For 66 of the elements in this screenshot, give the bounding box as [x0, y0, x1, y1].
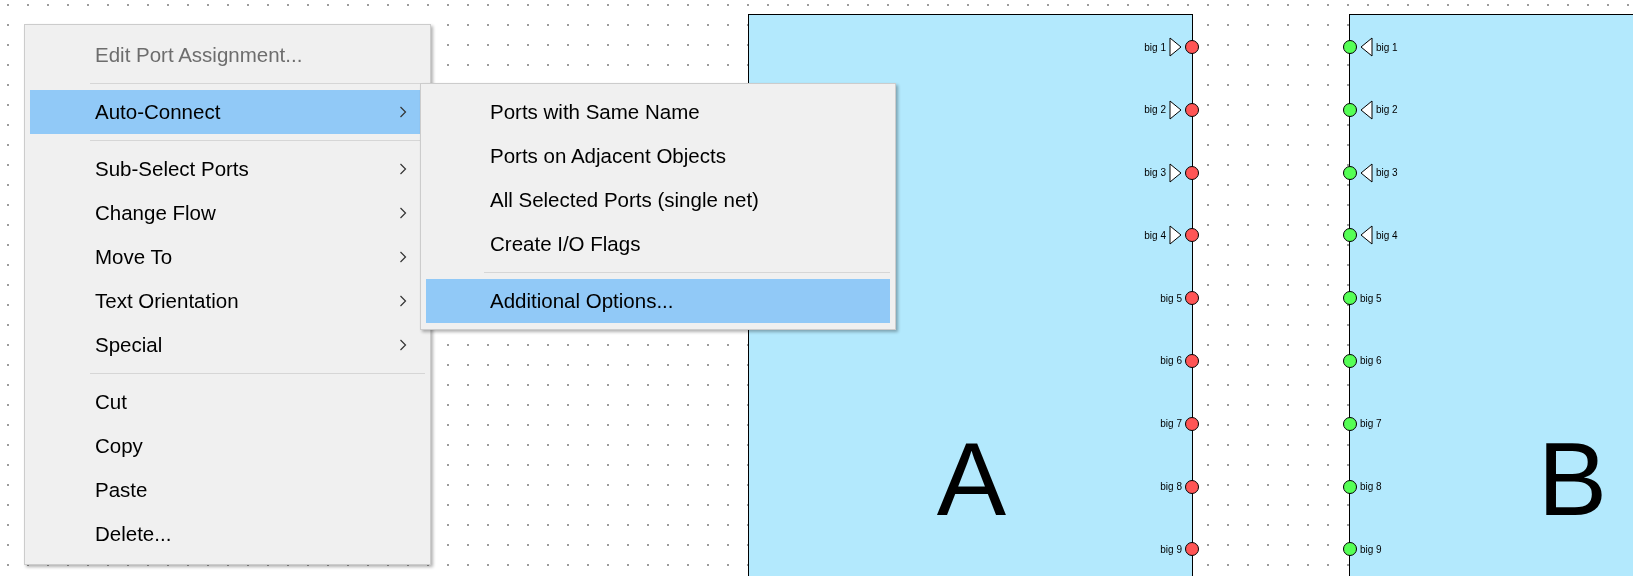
port-label: big 1: [1144, 41, 1166, 53]
port-dot[interactable]: [1343, 40, 1357, 54]
port-label: big 1: [1376, 41, 1398, 53]
triangle-icon: [1360, 162, 1373, 183]
port-label: big 4: [1376, 229, 1398, 241]
port-dot[interactable]: [1343, 542, 1357, 557]
triangle-icon: [1360, 99, 1373, 120]
port-label: big 5: [1360, 292, 1382, 304]
port-dot[interactable]: [1343, 354, 1357, 368]
menu-item[interactable]: Ports with Same Name: [426, 90, 890, 134]
triangle-icon: [1169, 162, 1182, 183]
menu-item[interactable]: Sub-Select Ports: [30, 147, 425, 191]
menu-item[interactable]: Ports on Adjacent Objects: [426, 134, 890, 178]
port-dot[interactable]: [1185, 291, 1199, 306]
port-dot[interactable]: [1343, 291, 1357, 306]
menu-item[interactable]: Special: [30, 323, 425, 367]
port-dot[interactable]: [1343, 479, 1357, 494]
port-label: big 2: [1144, 104, 1166, 116]
port-dot[interactable]: [1343, 228, 1357, 243]
port-label: big 3: [1144, 167, 1166, 179]
port-label: big 8: [1160, 481, 1182, 493]
menu-item[interactable]: Paste: [30, 468, 425, 512]
port-dot[interactable]: [1343, 416, 1357, 431]
chevron-icon: [399, 106, 407, 118]
port-dot[interactable]: [1185, 354, 1199, 368]
block-label: B: [1536, 427, 1609, 531]
port-dot[interactable]: [1185, 479, 1199, 494]
chevron-icon: [399, 163, 407, 175]
port-label: big 2: [1376, 104, 1398, 116]
port-dot[interactable]: [1185, 40, 1199, 54]
menu-item[interactable]: Text Orientation: [30, 279, 425, 323]
chevron-icon: [399, 207, 407, 219]
menu-item[interactable]: Copy: [30, 424, 425, 468]
menu-item[interactable]: Move To: [30, 235, 425, 279]
port-label: big 3: [1376, 167, 1398, 179]
chevron-icon: [399, 339, 407, 351]
chevron-icon: [399, 295, 407, 307]
port-dot[interactable]: [1185, 102, 1199, 117]
port-label: big 9: [1160, 543, 1182, 555]
port-label: big 6: [1160, 355, 1182, 367]
menu-item[interactable]: Create I/O Flags: [426, 222, 890, 266]
menu-item[interactable]: Delete...: [30, 512, 425, 556]
port-label: big 7: [1360, 418, 1382, 430]
port-dot[interactable]: [1185, 416, 1199, 431]
menu-item[interactable]: Change Flow: [30, 191, 425, 235]
port-label: big 6: [1360, 355, 1382, 367]
chevron-icon: [399, 251, 407, 263]
block-label: A: [935, 427, 1008, 531]
port-dot[interactable]: [1185, 228, 1199, 243]
triangle-icon: [1360, 225, 1373, 246]
port-label: big 8: [1360, 481, 1382, 493]
port-dot[interactable]: [1185, 165, 1199, 180]
triangle-icon: [1169, 225, 1182, 246]
port-dot[interactable]: [1343, 102, 1357, 117]
port-label: big 9: [1360, 543, 1382, 555]
triangle-icon: [1360, 37, 1373, 57]
triangle-icon: [1169, 99, 1182, 120]
menu-item[interactable]: Cut: [30, 380, 425, 424]
port-dot[interactable]: [1185, 542, 1199, 557]
port-label: big 4: [1144, 229, 1166, 241]
port-dot[interactable]: [1343, 165, 1357, 180]
port-label: big 7: [1160, 418, 1182, 430]
menu-item[interactable]: All Selected Ports (single net): [426, 178, 890, 222]
port-label: big 5: [1160, 292, 1182, 304]
triangle-icon: [1169, 37, 1182, 57]
menu-item[interactable]: Additional Options...: [426, 279, 890, 323]
